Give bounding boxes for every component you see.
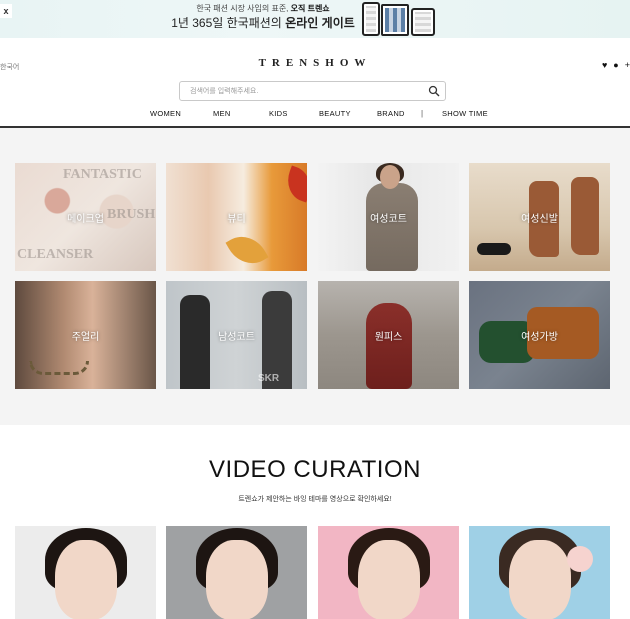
category-card-womens-bag[interactable]: 여성가방: [469, 281, 610, 389]
header-icons: ♥ ● +: [602, 60, 630, 70]
category-label: 여성가방: [521, 331, 558, 343]
video-card[interactable]: [318, 526, 459, 619]
top-banner[interactable]: x 한국 패션 시장 사입의 표준, 오직 트렌쇼 1년 365일 한국패션의 …: [0, 0, 630, 38]
nav-separator: |: [421, 109, 424, 118]
user-icon[interactable]: ●: [613, 60, 618, 70]
site-logo[interactable]: TRENSHOW: [0, 57, 630, 69]
category-label: 여성코트: [370, 213, 407, 225]
nav-item-women[interactable]: WOMEN: [150, 109, 181, 118]
category-label: 원피스: [374, 331, 403, 343]
banner-line-2-strong: 온라인 게이트: [285, 16, 355, 30]
banner-line-2-prefix: 1년 365일 한국패션의: [171, 16, 282, 30]
phone-device-image: [362, 2, 380, 36]
face-image: [509, 540, 571, 619]
category-label: 주얼리: [71, 331, 100, 343]
category-card-mens-coat[interactable]: SKR 남성코트: [166, 281, 307, 389]
banner-line-2: 1년 365일 한국패션의 온라인 게이트: [168, 15, 358, 32]
phone-device-image-2: [411, 8, 435, 36]
nav-item-beauty[interactable]: BEAUTY: [319, 109, 351, 118]
heart-icon[interactable]: ♥: [602, 60, 607, 70]
category-section: FANTASTIC BRUSH CLEANSER 메이크업 뷰티 여성코트 여성…: [0, 128, 630, 425]
banner-close-button[interactable]: x: [0, 4, 12, 18]
banner-line-1-brand: 오직 트렌쇼: [290, 4, 330, 13]
category-label: 여성신발: [521, 213, 558, 225]
search-bar: [179, 81, 446, 101]
nav-item-kids[interactable]: KIDS: [269, 109, 288, 118]
face-image: [206, 540, 268, 619]
main-nav: WOMEN MEN KIDS BEAUTY BRAND | SHOW TIME: [0, 109, 630, 121]
category-card-dress[interactable]: 원피스: [318, 281, 459, 389]
flower-image: [567, 546, 593, 572]
video-card[interactable]: [15, 526, 156, 619]
category-label: 남성코트: [218, 331, 255, 343]
category-card-jewelry[interactable]: 주얼리: [15, 281, 156, 389]
search-icon[interactable]: [428, 85, 440, 97]
category-card-womens-coat[interactable]: 여성코트: [318, 163, 459, 271]
nav-item-show-time[interactable]: SHOW TIME: [442, 109, 488, 118]
category-label: 뷰티: [227, 213, 246, 225]
video-curation-title: VIDEO CURATION: [209, 456, 421, 483]
banner-line-1-prefix: 한국 패션 시장 사입의 표준,: [196, 4, 289, 13]
category-card-makeup[interactable]: FANTASTIC BRUSH CLEANSER 메이크업: [15, 163, 156, 271]
category-card-beauty[interactable]: 뷰티: [166, 163, 307, 271]
category-label: 메이크업: [67, 213, 104, 225]
more-icon[interactable]: +: [625, 60, 630, 70]
tablet-device-image: [381, 4, 409, 36]
face-image: [55, 540, 117, 619]
video-card[interactable]: [166, 526, 307, 619]
face-image: [358, 540, 420, 619]
video-curation-subtitle: 트렌쇼가 제안하는 바잉 테마를 영상으로 확인하세요!: [238, 496, 392, 503]
nav-item-men[interactable]: MEN: [213, 109, 231, 118]
category-card-womens-shoes[interactable]: 여성신발: [469, 163, 610, 271]
search-input[interactable]: [190, 85, 420, 98]
nav-item-brand[interactable]: BRAND: [377, 109, 405, 118]
banner-text: 한국 패션 시장 사입의 표준, 오직 트렌쇼 1년 365일 한국패션의 온라…: [168, 3, 358, 32]
video-card[interactable]: [469, 526, 610, 619]
banner-line-1: 한국 패션 시장 사입의 표준, 오직 트렌쇼: [168, 3, 358, 14]
